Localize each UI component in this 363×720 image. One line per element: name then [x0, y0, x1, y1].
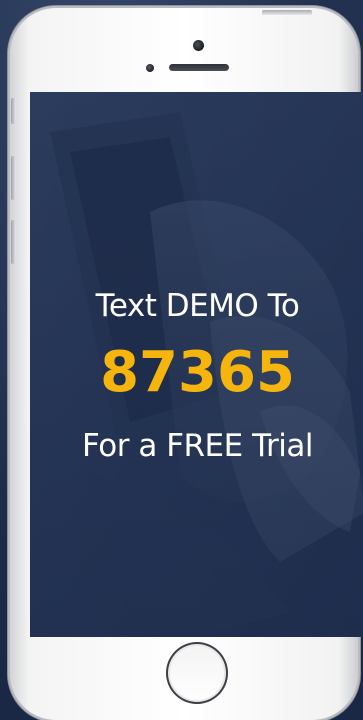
volume-up-button [11, 156, 16, 200]
speaker-icon [169, 64, 229, 71]
camera-icon [193, 40, 204, 51]
short-code: 87365 [100, 340, 295, 405]
proximity-sensor-icon [146, 64, 154, 72]
volume-down-button [11, 220, 16, 264]
mute-switch [11, 98, 16, 124]
phone-screen: Text DEMO To 87365 For a FREE Trial [30, 92, 363, 637]
phone-frame: Text DEMO To 87365 For a FREE Trial [8, 6, 363, 720]
power-button [262, 10, 312, 15]
home-button-icon[interactable] [166, 642, 228, 704]
promo-headline: Text DEMO To [95, 288, 300, 324]
promo-subline: For a FREE Trial [82, 428, 313, 464]
